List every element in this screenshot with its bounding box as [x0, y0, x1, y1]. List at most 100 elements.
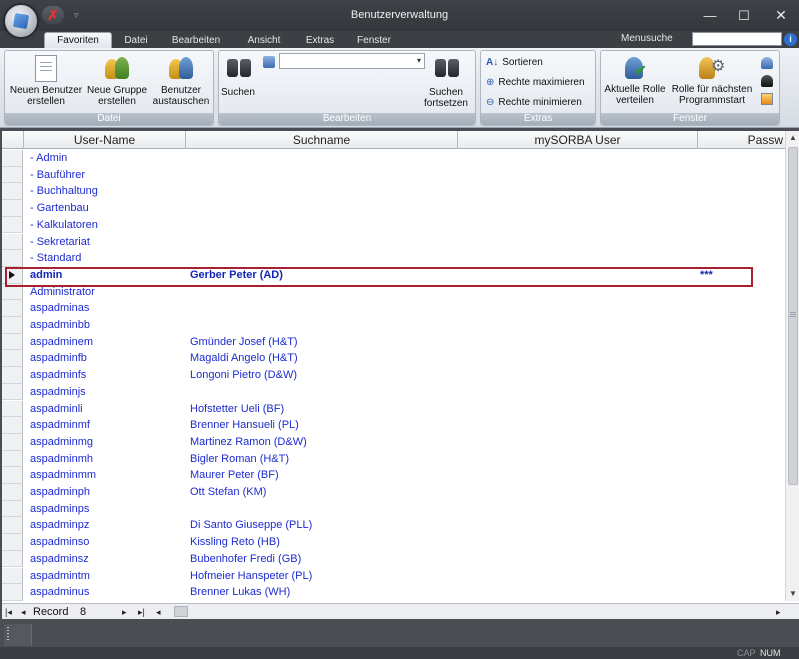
- cell-suchname[interactable]: Di Santo Giuseppe (PLL): [190, 517, 456, 534]
- tab-datei[interactable]: Datei: [118, 33, 154, 48]
- column-header-suchname[interactable]: Suchname: [186, 131, 458, 149]
- cell-mysorba-user[interactable]: [700, 584, 760, 601]
- row-selector[interactable]: [2, 584, 23, 601]
- role-next-start-button[interactable]: Rolle für nächsten Programmstart: [669, 55, 755, 106]
- row-selector[interactable]: [2, 517, 23, 535]
- scroll-right-icon[interactable]: ▸: [776, 605, 781, 619]
- cell-suchname[interactable]: [190, 384, 456, 401]
- cell-mysorba-user[interactable]: [700, 367, 760, 384]
- row-selector[interactable]: [2, 467, 23, 484]
- cell-user-name[interactable]: aspadminli: [30, 401, 184, 418]
- cell-suchname[interactable]: [190, 234, 456, 251]
- cell-passwort[interactable]: [762, 300, 784, 317]
- cell-suchname[interactable]: [190, 284, 456, 301]
- cell-suchname[interactable]: Hofstetter Ueli (BF): [190, 401, 456, 418]
- cell-suchname[interactable]: Bubenhofer Fredi (GB): [190, 551, 456, 568]
- user-icon[interactable]: [761, 57, 773, 69]
- row-selector[interactable]: [2, 484, 23, 501]
- cell-mysorba-user[interactable]: [700, 467, 760, 484]
- cell-user-name[interactable]: aspadminus: [30, 584, 184, 601]
- row-selector[interactable]: [2, 350, 23, 368]
- cell-suchname[interactable]: Hofmeier Hanspeter (PL): [190, 568, 456, 585]
- cell-mysorba-user[interactable]: [700, 384, 760, 401]
- cell-suchname[interactable]: [190, 501, 456, 518]
- row-selector[interactable]: [2, 383, 23, 401]
- cell-passwort[interactable]: [762, 451, 784, 468]
- cell-mysorba-user[interactable]: [700, 417, 760, 434]
- scroll-down-icon[interactable]: ▼: [786, 587, 799, 601]
- cell-mysorba-user[interactable]: [700, 334, 760, 351]
- cell-passwort[interactable]: [762, 417, 784, 434]
- cell-user-name[interactable]: aspadminjs: [30, 384, 184, 401]
- horizontal-scroll-thumb[interactable]: [174, 606, 188, 617]
- cell-suchname[interactable]: Kissling Reto (HB): [190, 534, 456, 551]
- cell-mysorba-user[interactable]: [700, 451, 760, 468]
- maximize-button[interactable]: ☐: [727, 0, 761, 31]
- tab-bearbeiten[interactable]: Bearbeiten: [166, 33, 226, 48]
- cell-suchname[interactable]: [190, 167, 456, 184]
- last-record-button[interactable]: ▸|: [138, 605, 145, 619]
- cell-mysorba-user[interactable]: [700, 501, 760, 518]
- scroll-thumb[interactable]: [788, 147, 798, 485]
- cell-passwort[interactable]: [762, 234, 784, 251]
- cell-passwort[interactable]: [762, 401, 784, 418]
- cell-user-name[interactable]: aspadmintm: [30, 568, 184, 585]
- row-selector[interactable]: [2, 567, 23, 585]
- scroll-left-icon[interactable]: ◂: [156, 605, 161, 619]
- new-user-button[interactable]: Neuen Benutzer erstellen: [7, 55, 85, 107]
- cell-suchname[interactable]: [190, 217, 456, 234]
- cell-passwort[interactable]: [762, 317, 784, 334]
- tab-extras[interactable]: Extras: [300, 33, 340, 48]
- cell-suchname[interactable]: Gerber Peter (AD): [190, 267, 456, 284]
- cell-suchname[interactable]: [190, 183, 456, 200]
- row-selector[interactable]: [2, 417, 23, 434]
- row-selector[interactable]: [2, 150, 23, 167]
- minimize-button[interactable]: —: [693, 0, 727, 31]
- cell-suchname[interactable]: [190, 250, 456, 267]
- cell-passwort[interactable]: [762, 167, 784, 184]
- record-number-input[interactable]: 8: [80, 605, 86, 619]
- cell-passwort[interactable]: [762, 200, 784, 217]
- cell-passwort[interactable]: [762, 267, 784, 284]
- cell-user-name[interactable]: aspadminso: [30, 534, 184, 551]
- cell-suchname[interactable]: Ott Stefan (KM): [190, 484, 456, 501]
- cell-user-name[interactable]: - Standard: [30, 250, 184, 267]
- cell-user-name[interactable]: - Kalkulatoren: [30, 217, 184, 234]
- cell-passwort[interactable]: [762, 250, 784, 267]
- distribute-role-button[interactable]: Aktuelle Rolle verteilen: [601, 55, 669, 106]
- cell-mysorba-user[interactable]: [700, 250, 760, 267]
- maximize-rights-button[interactable]: ⊕ Rechte maximieren: [486, 77, 585, 88]
- cell-user-name[interactable]: Administrator: [30, 284, 184, 301]
- search-combobox[interactable]: ▾: [279, 53, 425, 69]
- cell-mysorba-user[interactable]: [700, 183, 760, 200]
- cell-suchname[interactable]: [190, 317, 456, 334]
- row-selector[interactable]: [2, 183, 23, 201]
- cell-mysorba-user[interactable]: [700, 200, 760, 217]
- cell-suchname[interactable]: Bigler Roman (H&T): [190, 451, 456, 468]
- cell-passwort[interactable]: [762, 467, 784, 484]
- next-record-button[interactable]: ▸: [122, 605, 127, 619]
- cell-user-name[interactable]: - Sekretariat: [30, 234, 184, 251]
- row-selector[interactable]: [2, 550, 23, 568]
- calendar-icon[interactable]: [761, 93, 773, 105]
- tab-favoriten[interactable]: Favoriten: [44, 32, 112, 49]
- user-dark-icon[interactable]: [761, 75, 773, 87]
- cell-user-name[interactable]: - Admin: [30, 150, 184, 167]
- cell-user-name[interactable]: aspadminfb: [30, 350, 184, 367]
- cell-mysorba-user[interactable]: [700, 551, 760, 568]
- tab-fenster[interactable]: Fenster: [350, 33, 398, 48]
- cell-suchname[interactable]: Brenner Hansueli (PL): [190, 417, 456, 434]
- menusuche-input[interactable]: [692, 32, 782, 46]
- cell-user-name[interactable]: - Buchhaltung: [30, 183, 184, 200]
- replace-user-button[interactable]: Benutzer austauschen: [149, 55, 213, 107]
- cell-passwort[interactable]: [762, 484, 784, 501]
- row-selector[interactable]: [2, 166, 23, 184]
- panel-grip-icon[interactable]: [4, 624, 32, 646]
- help-icon[interactable]: i: [784, 33, 797, 46]
- cell-passwort[interactable]: [762, 584, 784, 601]
- search-continue-button[interactable]: Suchen fortsetzen: [419, 55, 473, 109]
- cell-mysorba-user[interactable]: [700, 217, 760, 234]
- cell-user-name[interactable]: aspadminem: [30, 334, 184, 351]
- cell-suchname[interactable]: Magaldi Angelo (H&T): [190, 350, 456, 367]
- row-selector[interactable]: [2, 233, 23, 251]
